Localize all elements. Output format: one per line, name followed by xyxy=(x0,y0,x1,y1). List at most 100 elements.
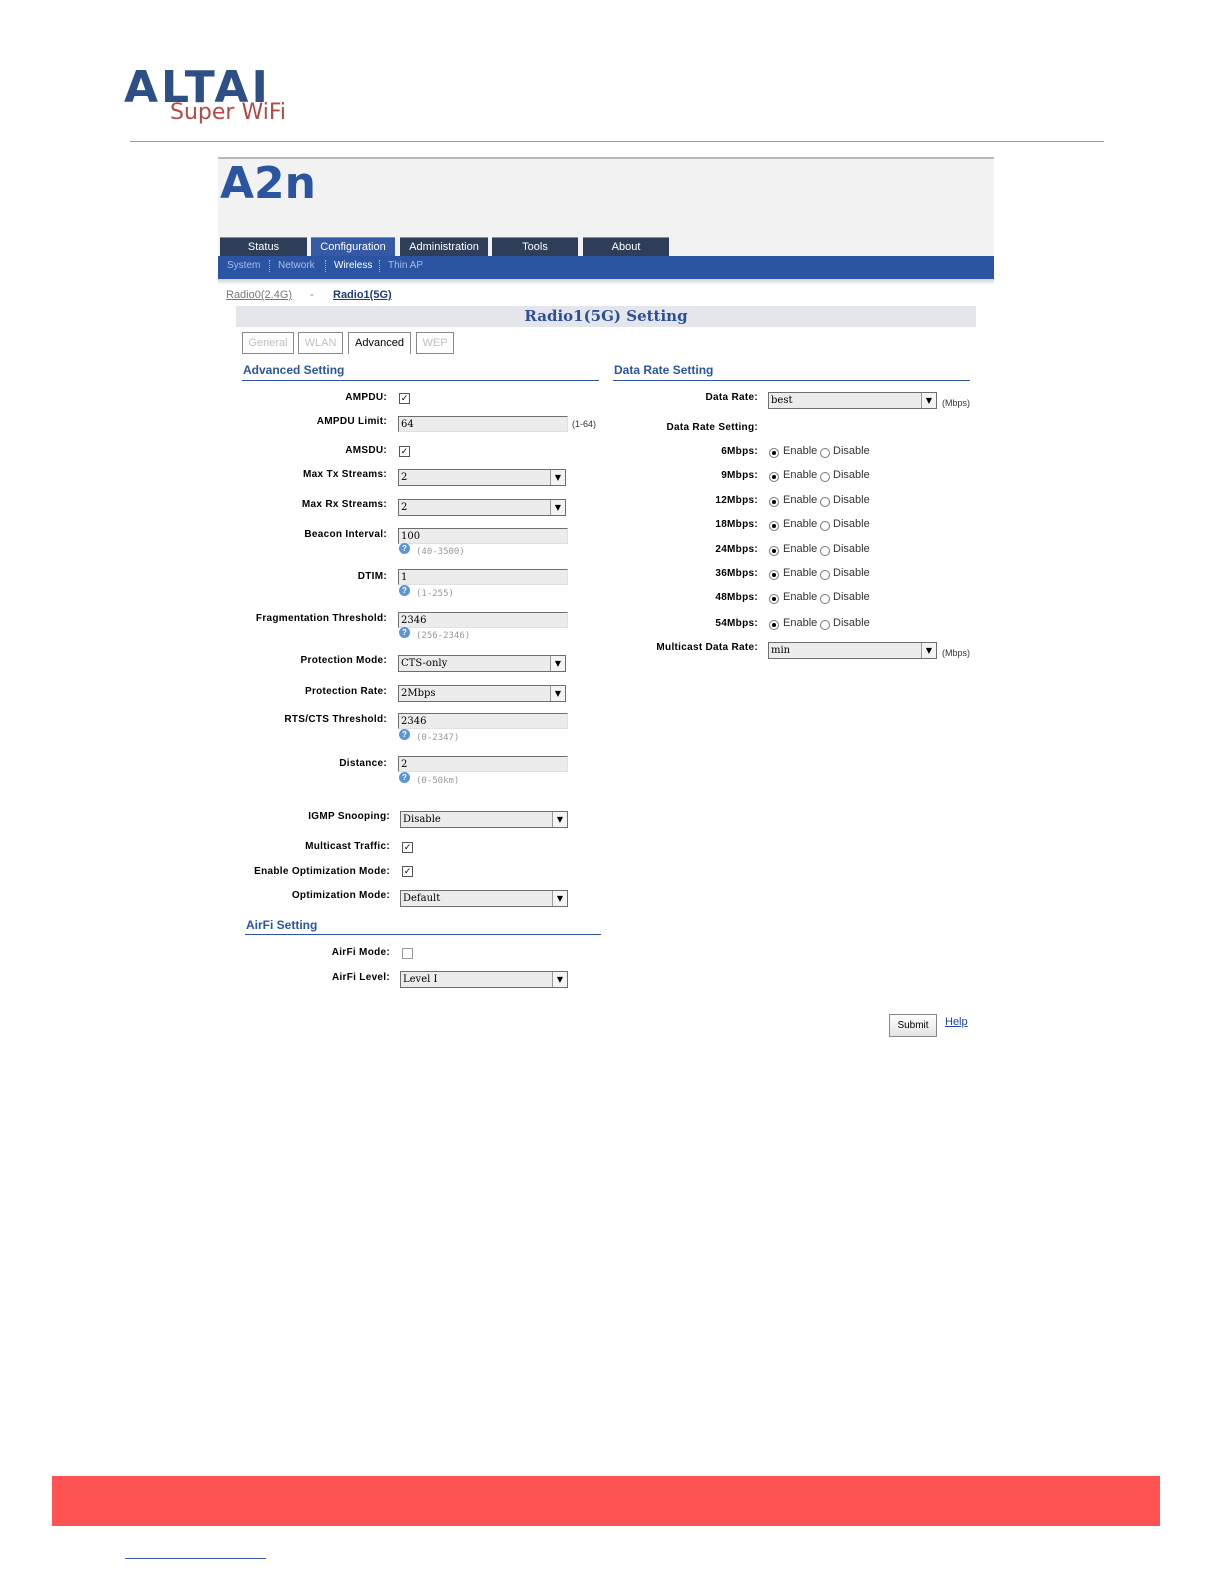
rate-disable-radio[interactable] xyxy=(820,570,830,580)
submit-button[interactable]: Submit xyxy=(889,1014,937,1037)
distance-input[interactable]: 2 xyxy=(398,756,568,772)
igmp-snooping-select[interactable]: Disable ▼ xyxy=(400,811,568,828)
optimization-mode-label: Optimization Mode: xyxy=(291,890,390,901)
nav-tab-tools[interactable]: Tools xyxy=(492,237,578,257)
fragmentation-threshold-input[interactable]: 2346 xyxy=(398,612,568,628)
rate-enable-label: Enable xyxy=(783,445,818,457)
radio0-link[interactable]: Radio0(2.4G) xyxy=(226,289,292,301)
advanced-setting-title: Advanced Setting xyxy=(243,363,345,377)
max-tx-streams-select[interactable]: 2 ▼ xyxy=(398,469,566,486)
rate-enable-radio[interactable] xyxy=(769,594,779,604)
chevron-down-icon: ▼ xyxy=(921,643,936,658)
dtim-input[interactable]: 1 xyxy=(398,569,568,585)
rate-disable-radio[interactable] xyxy=(820,594,830,604)
tab-general[interactable]: General xyxy=(242,332,294,354)
question-icon[interactable]: ? xyxy=(399,543,410,554)
question-icon[interactable]: ? xyxy=(399,627,410,638)
tab-wlan[interactable]: WLAN xyxy=(298,332,343,354)
rate-disable-label: Disable xyxy=(833,617,870,629)
beacon-interval-input[interactable]: 100 xyxy=(398,528,568,544)
help-link[interactable]: Help xyxy=(945,1016,968,1028)
radio1-link[interactable]: Radio1(5G) xyxy=(333,289,392,301)
nav-tab-about[interactable]: About xyxy=(583,237,669,257)
nav-tab-configuration[interactable]: Configuration xyxy=(311,237,395,257)
igmp-snooping-label: IGMP Snooping: xyxy=(308,811,390,822)
brand-tagline: Super WiFi xyxy=(170,100,286,125)
max-rx-streams-select[interactable]: 2 ▼ xyxy=(398,499,566,516)
multicast-data-rate-label: Multicast Data Rate: xyxy=(656,642,758,653)
rate-disable-label: Disable xyxy=(833,445,870,457)
rts-cts-threshold-label: RTS/CTS Threshold: xyxy=(284,714,387,725)
ampdu-limit-input[interactable]: 64 xyxy=(398,416,568,432)
enable-optimization-mode-checkbox[interactable]: ✓ xyxy=(402,866,413,877)
question-icon[interactable]: ? xyxy=(399,772,410,783)
chevron-down-icon: ▼ xyxy=(552,891,567,906)
ampdu-checkbox[interactable]: ✓ xyxy=(399,393,410,404)
tab-wep[interactable]: WEP xyxy=(416,332,454,354)
rate-enable-radio[interactable] xyxy=(769,472,779,482)
rate-label: 12Mbps: xyxy=(715,495,758,506)
rate-disable-radio[interactable] xyxy=(820,546,830,556)
nav-tab-status[interactable]: Status xyxy=(220,237,307,257)
rts-cts-threshold-input[interactable]: 2346 xyxy=(398,713,568,729)
max-tx-streams-value: 2 xyxy=(401,472,408,483)
question-icon[interactable]: ? xyxy=(399,729,410,740)
data-rate-select[interactable]: best ▼ xyxy=(768,392,937,409)
sub-nav-thin-ap[interactable]: Thin AP xyxy=(388,260,423,271)
main-nav: Status Configuration Administration Tool… xyxy=(218,237,994,257)
rate-enable-radio[interactable] xyxy=(769,521,779,531)
rate-disable-label: Disable xyxy=(833,591,870,603)
ampdu-limit-label: AMPDU Limit: xyxy=(316,416,387,427)
protection-mode-value: CTS-only xyxy=(401,658,448,669)
protection-rate-value: 2Mbps xyxy=(401,688,436,699)
chevron-down-icon: ▼ xyxy=(550,686,565,701)
optimization-mode-select[interactable]: Default ▼ xyxy=(400,890,568,907)
rate-disable-label: Disable xyxy=(833,469,870,481)
enable-optimization-mode-label: Enable Optimization Mode: xyxy=(254,866,390,877)
multicast-traffic-label: Multicast Traffic: xyxy=(305,841,390,852)
rate-enable-radio[interactable] xyxy=(769,546,779,556)
protection-mode-select[interactable]: CTS-only ▼ xyxy=(398,655,566,672)
rate-label: 6Mbps: xyxy=(721,446,758,457)
rate-enable-radio[interactable] xyxy=(769,497,779,507)
dtim-label: DTIM: xyxy=(357,571,387,582)
airfi-setting-divider xyxy=(245,934,601,935)
rate-enable-label: Enable xyxy=(783,543,818,555)
rate-enable-radio[interactable] xyxy=(769,620,779,630)
sub-nav-system[interactable]: System xyxy=(227,260,260,271)
footer-divider xyxy=(125,1558,266,1559)
sub-nav-separator xyxy=(325,260,326,272)
rate-enable-label: Enable xyxy=(783,518,818,530)
multicast-data-rate-select[interactable]: min ▼ xyxy=(768,642,937,659)
airfi-mode-checkbox[interactable] xyxy=(402,948,413,959)
multicast-traffic-checkbox[interactable]: ✓ xyxy=(402,842,413,853)
question-icon[interactable]: ? xyxy=(399,585,410,596)
rate-disable-label: Disable xyxy=(833,567,870,579)
chevron-down-icon: ▼ xyxy=(552,972,567,987)
sub-nav-network[interactable]: Network xyxy=(278,260,315,271)
data-rate-unit: (Mbps) xyxy=(942,398,971,408)
rate-disable-radio[interactable] xyxy=(820,521,830,531)
page-title: Radio1(5G) Setting xyxy=(524,307,688,325)
radio-separator: - xyxy=(310,289,314,301)
data-rate-setting-title: Data Rate Setting xyxy=(614,363,714,377)
sub-nav-wireless[interactable]: Wireless xyxy=(334,260,372,271)
protection-rate-select[interactable]: 2Mbps ▼ xyxy=(398,685,566,702)
rate-disable-radio[interactable] xyxy=(820,497,830,507)
rate-disable-radio[interactable] xyxy=(820,472,830,482)
amsdu-checkbox[interactable]: ✓ xyxy=(399,446,410,457)
beacon-interval-range: (40-3500) xyxy=(416,547,465,557)
sub-nav: System Network Wireless Thin AP xyxy=(218,256,994,279)
max-tx-streams-label: Max Tx Streams: xyxy=(303,469,387,480)
rate-disable-label: Disable xyxy=(833,494,870,506)
header-divider xyxy=(130,141,1104,142)
airfi-mode-label: AirFi Mode: xyxy=(331,947,390,958)
rate-disable-radio[interactable] xyxy=(820,620,830,630)
rate-enable-radio[interactable] xyxy=(769,570,779,580)
rate-disable-radio[interactable] xyxy=(820,448,830,458)
rate-label: 48Mbps: xyxy=(715,592,758,603)
airfi-level-select[interactable]: Level I ▼ xyxy=(400,971,568,988)
nav-tab-administration[interactable]: Administration xyxy=(400,237,488,257)
rate-enable-radio[interactable] xyxy=(769,448,779,458)
tab-advanced[interactable]: Advanced xyxy=(348,332,411,354)
